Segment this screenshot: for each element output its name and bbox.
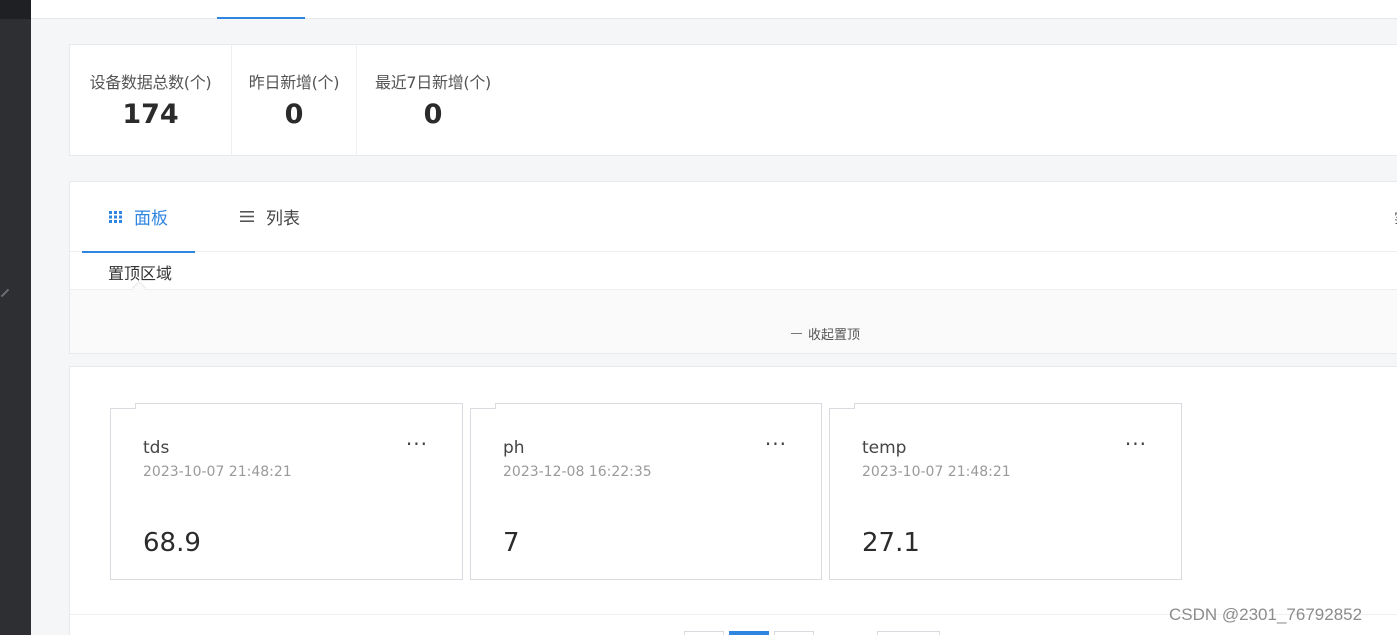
stat-value: 0 bbox=[284, 99, 304, 130]
card-name: tds bbox=[143, 438, 170, 458]
card-timestamp: 2023-12-08 16:22:35 bbox=[503, 464, 652, 480]
pagination-prev-button[interactable] bbox=[684, 631, 724, 635]
device-card-tds[interactable]: tds 2023-10-07 21:48:21 68.9 ··· bbox=[110, 403, 463, 580]
collapse-pinned-label: 收起置顶 bbox=[808, 328, 861, 343]
stat-label: 最近7日新增(个) bbox=[375, 73, 491, 92]
stats-card: 设备数据总数(个) 174 昨日新增(个) 0 最近7日新增(个) 0 bbox=[69, 44, 1397, 156]
device-card-ph[interactable]: ph 2023-12-08 16:22:35 7 ··· bbox=[470, 403, 822, 580]
tab-board-label: 面板 bbox=[134, 209, 168, 229]
stat-label: 设备数据总数(个) bbox=[89, 73, 212, 92]
pinned-area-title: 置顶区域 bbox=[108, 264, 173, 283]
tab-list[interactable]: 列表 bbox=[240, 182, 300, 252]
pinned-label-row: 置顶区域 bbox=[70, 252, 1397, 296]
pagination-size-select[interactable] bbox=[877, 631, 940, 635]
tab-board[interactable]: 面板 bbox=[82, 182, 195, 253]
card-timestamp: 2023-10-07 21:48:21 bbox=[143, 464, 292, 480]
pagination-page-button[interactable] bbox=[729, 631, 769, 635]
pinned-area: 收起置顶 bbox=[70, 290, 1397, 353]
stat-label: 昨日新增(个) bbox=[248, 73, 340, 92]
more-options-icon[interactable]: ··· bbox=[765, 434, 787, 454]
card-corner-tab bbox=[470, 403, 496, 409]
grid-icon bbox=[109, 210, 122, 223]
card-name: ph bbox=[503, 438, 525, 458]
stat-yesterday: 昨日新增(个) 0 bbox=[232, 45, 357, 155]
card-value: 27.1 bbox=[862, 528, 920, 558]
list-icon bbox=[240, 211, 254, 222]
card-value: 68.9 bbox=[143, 528, 201, 558]
watermark: CSDN @2301_76792852 bbox=[1169, 605, 1363, 624]
pencil-icon[interactable] bbox=[0, 288, 10, 298]
main-panel: 面板 列表 实 置顶区域 收起置顶 bbox=[69, 181, 1397, 354]
stat-total: 设备数据总数(个) 174 bbox=[70, 45, 232, 155]
tab-list-label: 列表 bbox=[266, 209, 300, 229]
card-value: 7 bbox=[503, 528, 520, 558]
left-sidebar bbox=[0, 0, 31, 635]
pagination-next-button[interactable] bbox=[774, 631, 814, 635]
device-card-temp[interactable]: temp 2023-10-07 21:48:21 27.1 ··· bbox=[829, 403, 1182, 580]
stat-last-7-days: 最近7日新增(个) 0 bbox=[357, 45, 509, 155]
card-corner-tab bbox=[110, 403, 136, 409]
card-corner-tab bbox=[829, 403, 855, 409]
more-options-icon[interactable]: ··· bbox=[1125, 434, 1147, 454]
view-tabs: 面板 列表 实 bbox=[70, 182, 1397, 253]
card-name: temp bbox=[862, 438, 907, 458]
active-tab-indicator bbox=[217, 17, 305, 19]
top-header bbox=[31, 0, 1397, 19]
more-options-icon[interactable]: ··· bbox=[406, 434, 428, 454]
collapse-pinned-button[interactable]: 收起置顶 bbox=[791, 324, 860, 343]
device-cards-area: tds 2023-10-07 21:48:21 68.9 ··· ph 2023… bbox=[69, 366, 1397, 635]
minus-icon bbox=[791, 333, 802, 334]
sidebar-top-block bbox=[0, 0, 31, 19]
card-timestamp: 2023-10-07 21:48:21 bbox=[862, 464, 1011, 480]
stat-value: 174 bbox=[122, 99, 179, 130]
stat-value: 0 bbox=[423, 99, 443, 130]
